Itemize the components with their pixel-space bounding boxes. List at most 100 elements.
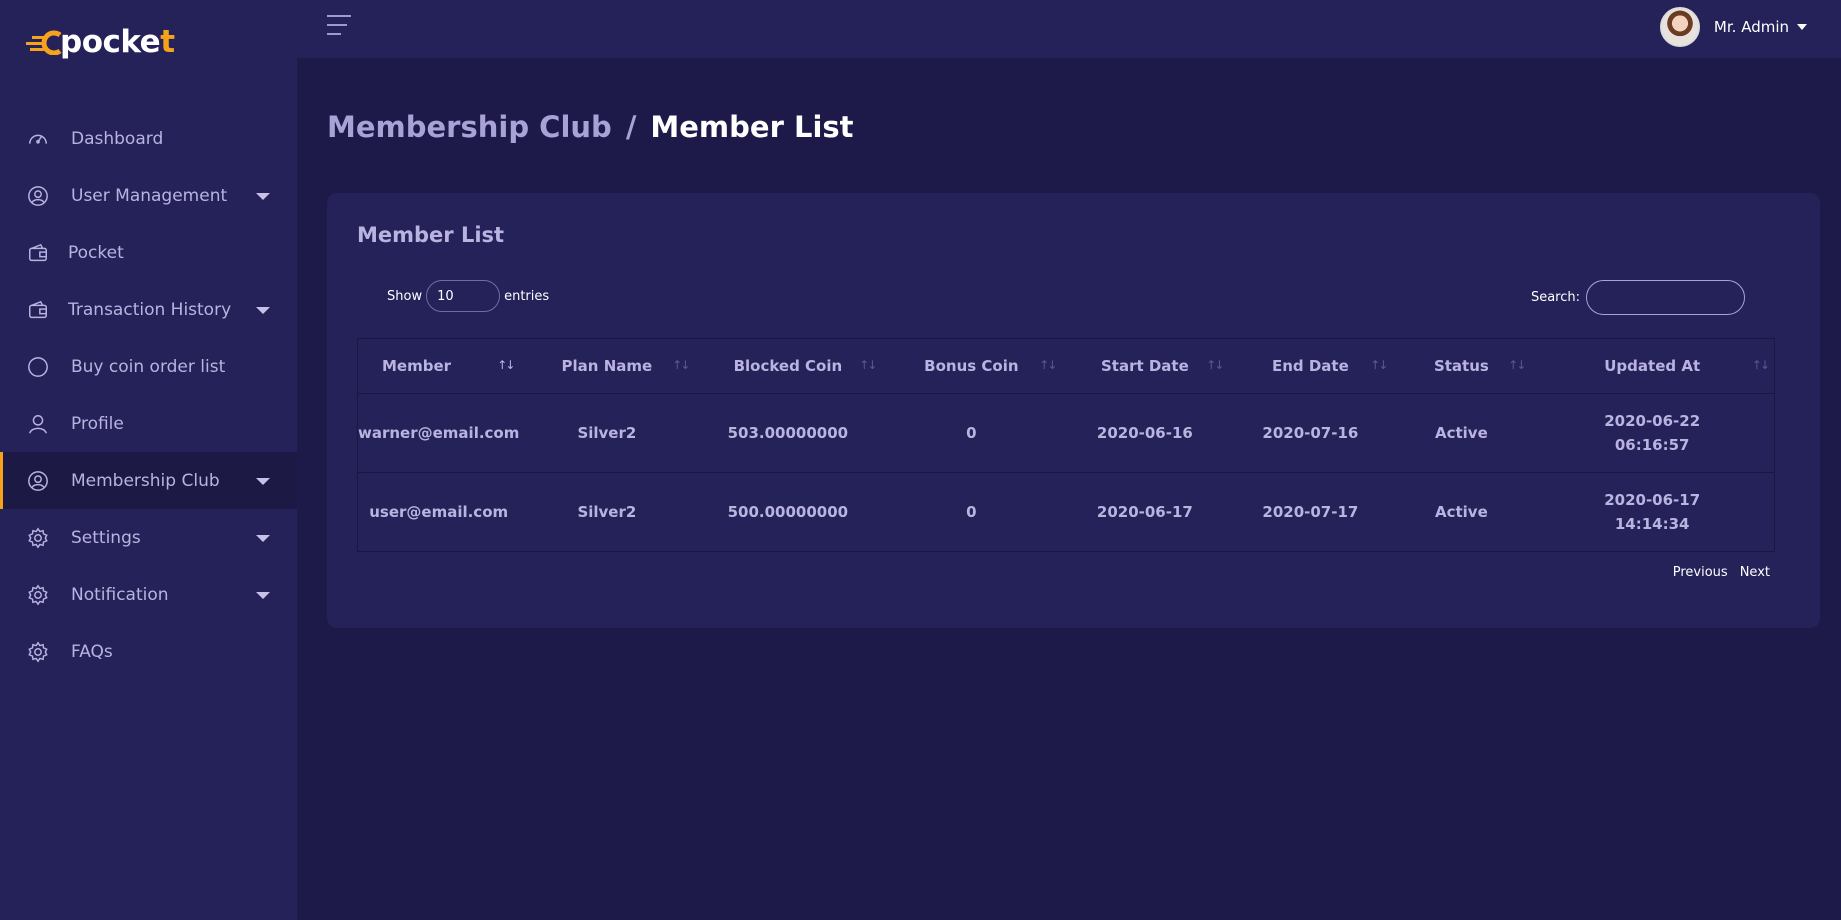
sidebar-item-transaction-history[interactable]: Transaction History	[0, 281, 297, 338]
gear-icon	[26, 526, 50, 550]
caret-down-icon	[1797, 24, 1807, 30]
caret-down-icon	[256, 192, 270, 200]
cell-start-date: 2020-06-16	[1061, 393, 1229, 473]
member-table: Member ↑↓ Plan Name ↑↓ Blocked Coin ↑↓ Bonu…	[357, 338, 1776, 552]
cell-plan-name: Silver2	[519, 472, 695, 552]
sidebar-item-label: User Management	[71, 185, 228, 206]
cell-bonus-coin: 0	[881, 472, 1062, 552]
table-row: user@email.com Silver2 500.00000000 0 20…	[357, 472, 1776, 552]
sidebar-item-label: Membership Club	[71, 470, 220, 491]
wallet-icon	[26, 241, 50, 265]
sort-icon: ↑↓	[1370, 358, 1388, 372]
sort-icon: ↑↓	[859, 358, 877, 372]
column-header-member[interactable]: Member ↑↓	[357, 338, 520, 394]
gear-icon	[26, 640, 50, 664]
next-page-button[interactable]: Next	[1740, 565, 1770, 580]
logo[interactable]: pocket	[26, 22, 175, 62]
sort-icon: ↑↓	[1039, 358, 1057, 372]
sort-icon: ↑↓	[497, 358, 515, 372]
sidebar: pocket Dashboard User Management Pocket	[0, 0, 297, 920]
table-header-row: Member ↑↓ Plan Name ↑↓ Blocked Coin ↑↓ Bonu…	[357, 338, 1776, 394]
sidebar-item-label: Settings	[71, 527, 141, 548]
sidebar-item-profile[interactable]: Profile	[0, 395, 297, 452]
cell-bonus-coin: 0	[881, 393, 1062, 473]
column-header-status[interactable]: Status ↑↓	[1392, 338, 1531, 394]
previous-page-button[interactable]: Previous	[1673, 565, 1728, 580]
sidebar-item-dashboard[interactable]: Dashboard	[0, 110, 297, 167]
cell-updated-at: 2020-06-22 06:16:57	[1530, 393, 1776, 473]
breadcrumb-separator: /	[625, 110, 637, 144]
sidebar-item-buy-coin-order-list[interactable]: Buy coin order list	[0, 338, 297, 395]
cell-blocked-coin: 503.00000000	[694, 393, 882, 473]
topbar: Mr. Admin	[297, 0, 1841, 58]
sidebar-item-label: Transaction History	[68, 299, 232, 320]
sidebar-item-label: Dashboard	[71, 128, 164, 149]
length-entries-label: entries	[504, 288, 550, 304]
cell-plan-name: Silver2	[519, 393, 695, 473]
sort-icon: ↑↓	[1508, 358, 1526, 372]
column-header-updated-at[interactable]: Updated At ↑↓	[1530, 338, 1776, 394]
sidebar-item-label: Profile	[71, 413, 124, 434]
column-header-bonus-coin[interactable]: Bonus Coin ↑↓	[881, 338, 1062, 394]
updated-time: 06:16:57	[1614, 436, 1690, 454]
sidebar-nav: Dashboard User Management Pocket Transac…	[0, 110, 297, 680]
column-header-plan-name[interactable]: Plan Name ↑↓	[519, 338, 695, 394]
caret-down-icon	[256, 591, 270, 599]
member-list-card: Member List Show 10 entries Search: Memb…	[327, 193, 1820, 628]
entries-select[interactable]: 10	[426, 280, 501, 312]
sidebar-item-settings[interactable]: Settings	[0, 509, 297, 566]
sidebar-item-pocket[interactable]: Pocket	[0, 224, 297, 281]
sidebar-item-label: Pocket	[68, 242, 124, 263]
column-header-end-date[interactable]: End Date ↑↓	[1228, 338, 1393, 394]
sidebar-item-membership-club[interactable]: Membership Club	[0, 452, 297, 509]
logo-speed-icon	[26, 30, 62, 55]
caret-down-icon	[256, 477, 270, 485]
length-show-label: Show	[387, 288, 423, 304]
cell-member: user@email.com	[357, 472, 520, 552]
avatar	[1659, 7, 1700, 47]
updated-time: 14:14:34	[1614, 515, 1690, 533]
column-header-start-date[interactable]: Start Date ↑↓	[1061, 338, 1229, 394]
search-input[interactable]	[1586, 280, 1745, 315]
search-label: Search:	[1530, 290, 1580, 305]
sort-icon: ↑↓	[672, 358, 690, 372]
sidebar-item-faqs[interactable]: FAQs	[0, 623, 297, 680]
hamburger-menu-icon[interactable]	[327, 15, 351, 37]
cell-start-date: 2020-06-17	[1061, 472, 1229, 552]
updated-date: 2020-06-17	[1604, 491, 1701, 509]
sort-icon: ↑↓	[1206, 358, 1224, 372]
page-title: Member List	[650, 110, 854, 144]
logo-text: pocket	[60, 24, 175, 60]
caret-down-icon	[256, 534, 270, 542]
entries-length-control: Show 10 entries	[387, 280, 549, 312]
person-icon	[26, 412, 50, 436]
cell-status: Active	[1392, 472, 1531, 552]
user-menu[interactable]: Mr. Admin	[1659, 7, 1807, 47]
breadcrumb: Membership Club / Member List	[327, 110, 854, 144]
sidebar-item-label: Buy coin order list	[71, 356, 226, 377]
table-search: Search:	[1531, 280, 1745, 315]
cell-updated-at: 2020-06-17 14:14:34	[1530, 472, 1776, 552]
speedometer-icon	[26, 127, 50, 151]
sidebar-item-notification[interactable]: Notification	[0, 566, 297, 623]
gear-icon	[26, 583, 50, 607]
table-row: warner@email.com Silver2 503.00000000 0 …	[357, 393, 1776, 473]
sidebar-item-user-management[interactable]: User Management	[0, 167, 297, 224]
sidebar-item-label: Notification	[71, 584, 169, 605]
user-name: Mr. Admin	[1713, 18, 1789, 36]
wallet-icon	[26, 298, 50, 322]
cell-blocked-coin: 500.00000000	[694, 472, 882, 552]
cell-member: warner@email.com	[357, 393, 520, 473]
card-title: Member List	[357, 223, 505, 247]
updated-date: 2020-06-22	[1604, 412, 1701, 430]
breadcrumb-parent[interactable]: Membership Club	[327, 110, 612, 144]
caret-down-icon	[256, 306, 270, 314]
cell-end-date: 2020-07-16	[1228, 393, 1393, 473]
sidebar-item-label: FAQs	[71, 641, 113, 662]
circle-icon	[26, 355, 50, 379]
cell-status: Active	[1392, 393, 1531, 473]
cell-end-date: 2020-07-17	[1228, 472, 1393, 552]
user-circle-icon	[26, 469, 50, 493]
column-header-blocked-coin[interactable]: Blocked Coin ↑↓	[694, 338, 882, 394]
user-circle-icon	[26, 184, 50, 208]
